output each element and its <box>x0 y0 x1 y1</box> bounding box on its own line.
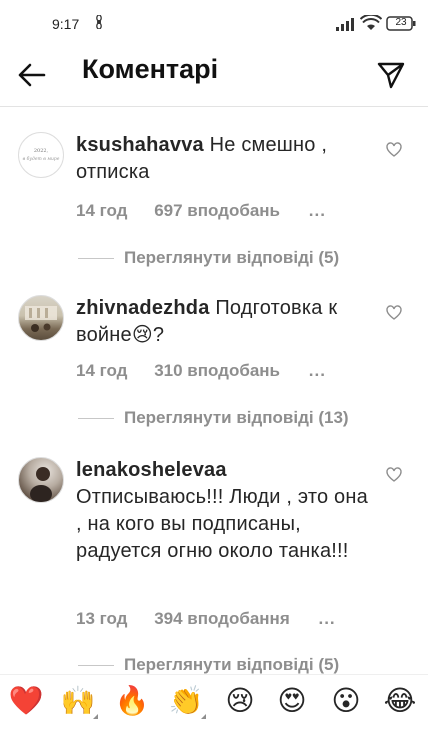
comment-meta: 13 год 394 вподобання ... <box>76 609 336 629</box>
send-icon[interactable] <box>376 60 406 90</box>
clapping-hands-emoji-icon[interactable]: 👏 <box>166 681 206 721</box>
comment-meta: 14 год 697 вподобань ... <box>76 201 326 221</box>
like-heart-icon[interactable] <box>386 142 404 160</box>
divider <box>78 258 114 260</box>
avatar[interactable] <box>18 295 64 341</box>
comment-time: 14 год <box>76 361 128 380</box>
battery-level: 23 <box>395 17 407 28</box>
signal-icon <box>336 17 356 34</box>
status-time: 9:17 <box>52 16 80 32</box>
fire-emoji-icon[interactable]: 🔥 <box>112 681 152 721</box>
avatar[interactable] <box>18 457 64 503</box>
view-replies-label: Переглянути відповіді (5) <box>124 248 340 267</box>
status-bar: 9:17 23 <box>0 0 428 46</box>
svg-text:2022,: 2022, <box>34 148 49 154</box>
raising-hands-emoji-icon[interactable]: 🙌 <box>58 681 98 721</box>
comment-body: Отписываюсь!!! Люди , это она , на кого … <box>76 486 368 562</box>
crying-face-emoji-icon[interactable]: 😢 <box>220 681 260 721</box>
divider <box>78 665 114 667</box>
svg-text:в будет в мире: в будет в мире <box>23 155 60 162</box>
more-options[interactable]: ... <box>318 609 335 629</box>
divider <box>78 418 114 420</box>
comment-username[interactable]: lenakoshelevaa <box>76 459 227 481</box>
more-options[interactable]: ... <box>309 361 326 381</box>
fan-icon <box>92 14 106 32</box>
likes-count[interactable]: 394 вподобання <box>154 609 290 629</box>
more-options[interactable]: ... <box>309 201 326 221</box>
view-replies-button[interactable]: Переглянути відповіді (5) <box>76 248 339 268</box>
like-heart-icon[interactable] <box>386 467 404 485</box>
page-title: Коментарі <box>82 54 219 84</box>
view-replies-label: Переглянути відповіді (5) <box>124 655 340 674</box>
header: Коментарі <box>0 46 428 107</box>
comment-text: ksushahavva Не смешно , отписка <box>76 132 372 186</box>
view-replies-button[interactable]: Переглянути відповіді (13) <box>76 408 349 428</box>
wifi-icon <box>359 13 383 34</box>
surprised-face-emoji-icon[interactable]: 😮 <box>326 681 366 721</box>
back-arrow-icon[interactable] <box>14 58 48 92</box>
emoji-reaction-bar: ❤️ 🙌 🔥 👏 😢 😍 😮 😂 <box>0 674 428 733</box>
comment-time: 14 год <box>76 201 128 220</box>
likes-count[interactable]: 310 вподобань <box>154 361 280 381</box>
avatar[interactable]: 2022, в будет в мире <box>18 132 64 178</box>
comment-meta: 14 год 310 вподобань ... <box>76 361 326 381</box>
like-heart-icon[interactable] <box>386 305 404 323</box>
heart-eyes-emoji-icon[interactable]: 😍 <box>272 681 312 721</box>
heart-emoji-icon[interactable]: ❤️ <box>6 681 46 721</box>
tears-of-joy-emoji-icon[interactable]: 😂 <box>380 681 420 721</box>
comment-time: 13 год <box>76 609 128 628</box>
comment-text: lenakoshelevaa Отписываюсь!!! Люди , это… <box>76 457 372 565</box>
comment-username[interactable]: zhivnadezhda <box>76 297 210 319</box>
comment-text: zhivnadezhda Подготовка к войне😢? <box>76 295 372 349</box>
likes-count[interactable]: 697 вподобань <box>154 201 280 221</box>
comment-username[interactable]: ksushahavva <box>76 134 204 156</box>
view-replies-button[interactable]: Переглянути відповіді (5) <box>76 655 339 675</box>
view-replies-label: Переглянути відповіді (13) <box>124 408 349 427</box>
